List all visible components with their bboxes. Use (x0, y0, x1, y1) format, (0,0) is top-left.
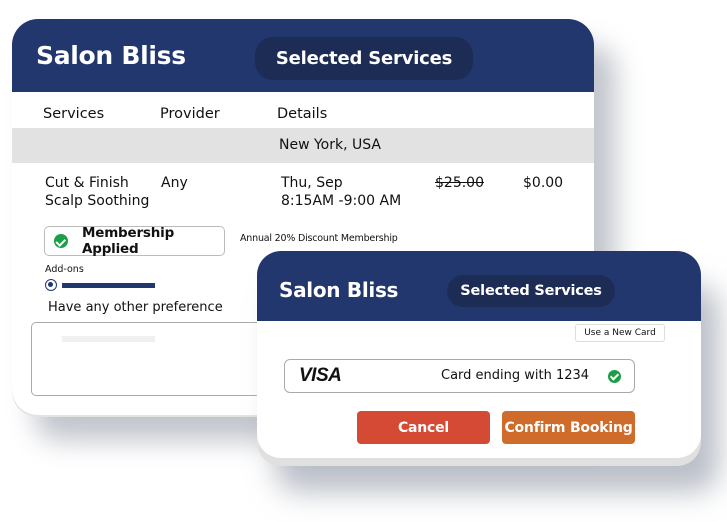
addon-radio[interactable] (45, 279, 57, 291)
membership-label: Membership Applied (82, 225, 175, 257)
brand-title: Salon Bliss (36, 41, 186, 70)
location-row: New York, USA (12, 128, 594, 163)
column-header-details: Details (277, 106, 328, 122)
addon-option-placeholder (62, 283, 155, 288)
visa-logo-icon: VISA (299, 365, 342, 386)
booking-header: Salon Bliss Selected Services (12, 19, 594, 92)
service-time: 8:15AM -9:00 AM (281, 193, 402, 209)
card-ending-text: Card ending with 1234 (441, 368, 590, 383)
location-text: New York, USA (279, 137, 381, 153)
service-date: Thu, Sep (281, 175, 343, 191)
check-circle-icon (608, 370, 621, 383)
preference-placeholder (62, 336, 155, 342)
discounted-price: $0.00 (523, 175, 564, 191)
membership-applied-badge[interactable]: Membership Applied (44, 225, 225, 257)
service-name: Cut & Finish Scalp Soothing (45, 174, 149, 210)
preference-textarea[interactable] (31, 322, 291, 396)
use-new-card-button[interactable]: Use a New Card (575, 324, 665, 342)
membership-description: Annual 20% Discount Membership (240, 233, 398, 244)
brand-title: Salon Bliss (279, 278, 399, 302)
selected-services-tab[interactable]: Selected Services (447, 275, 615, 307)
payment-header: Salon Bliss Selected Services (257, 251, 701, 321)
addons-label: Add-ons (45, 264, 84, 275)
service-name-2: Scalp Soothing (45, 193, 150, 209)
preference-label: Have any other preference (48, 300, 223, 315)
selected-services-tab[interactable]: Selected Services (255, 37, 473, 80)
service-name-1: Cut & Finish (45, 175, 129, 191)
payment-card: Salon Bliss Selected Services Use a New … (257, 251, 701, 458)
cancel-button[interactable]: Cancel (357, 411, 490, 444)
service-datetime: Thu, Sep 8:15AM -9:00 AM (281, 174, 401, 210)
column-header-provider: Provider (160, 106, 220, 122)
confirm-booking-button[interactable]: Confirm Booking (502, 411, 635, 444)
saved-card-option[interactable]: VISA Card ending with 1234 (284, 359, 635, 393)
service-provider: Any (161, 175, 188, 191)
check-circle-icon (54, 234, 68, 248)
original-price: $25.00 (435, 175, 484, 191)
column-header-services: Services (43, 106, 105, 122)
